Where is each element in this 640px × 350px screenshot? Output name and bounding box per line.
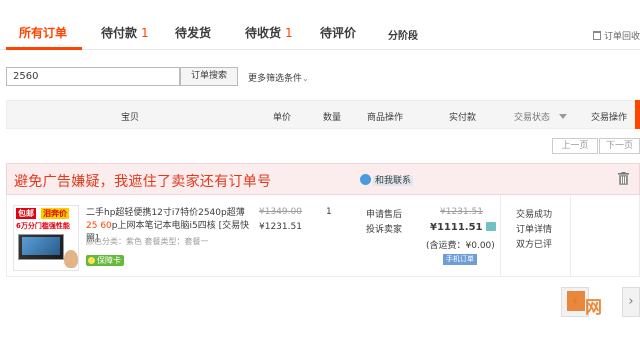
- shipping-fee: (含运费：¥0.00): [426, 241, 495, 251]
- paid-amount: ¥1111.51: [430, 222, 496, 233]
- order-recycle-label: 订单回收: [603, 32, 640, 42]
- unit-price: ¥1231.51: [259, 222, 302, 232]
- phone-icon: [485, 222, 496, 231]
- scroll-next-button[interactable]: ›: [622, 287, 640, 317]
- caret-down-icon: [559, 114, 568, 119]
- apply-after-sale-link[interactable]: 申请售后: [366, 207, 402, 220]
- tab-pending-receipt[interactable]: 待收货 1: [245, 24, 293, 41]
- header-paid: 实付款: [449, 113, 477, 123]
- thumb-badge-price: 泪奔价: [41, 208, 69, 219]
- laptop-screen-image: [22, 237, 60, 255]
- tab-all-orders[interactable]: 所有订单: [19, 24, 67, 41]
- paid-original-price: ¥1231.51: [440, 207, 483, 217]
- review-status: 双方已评: [516, 240, 553, 250]
- header-status: 交易状态: [514, 113, 551, 123]
- header-item: 宝贝: [121, 113, 140, 123]
- chevron-right-icon: ›: [628, 294, 634, 309]
- side-accent-bar: [635, 100, 640, 129]
- more-filters-toggle[interactable]: 更多筛选条件⌄: [248, 71, 309, 84]
- header-item-ops: 商品操作: [367, 113, 404, 123]
- tab-pending-shipment[interactable]: 待发货: [175, 24, 211, 41]
- order-tabs: 所有订单 待付款 1 待发货 待收货 1 待评价 分阶段 订单回收: [0, 0, 640, 50]
- header-qty: 数量: [323, 113, 342, 123]
- next-page-button[interactable]: 下一页: [599, 138, 640, 154]
- paid-amount-value: ¥1111.51: [430, 222, 483, 233]
- tab-label: 分阶段: [388, 31, 418, 42]
- thumb-badge-free-shipping: 包邮: [16, 208, 36, 219]
- tab-label: 待评价: [320, 26, 357, 40]
- header-status-filter[interactable]: 交易状态: [514, 110, 568, 123]
- trade-status: 交易成功: [516, 210, 553, 220]
- active-tab-indicator: [6, 47, 82, 50]
- header-ops: 交易操作: [591, 113, 628, 123]
- delete-icon[interactable]: [618, 172, 629, 185]
- contact-label: 和我联系: [373, 176, 414, 186]
- thumb-caption: 6万分门槛强性能: [16, 222, 70, 230]
- person-image: [64, 250, 78, 268]
- column-divider: [500, 195, 501, 277]
- complain-seller-link[interactable]: 投诉卖家: [366, 222, 402, 235]
- chevron-down-icon: ⌄: [302, 74, 309, 83]
- tab-label: 待付款: [101, 26, 138, 40]
- prev-page-button[interactable]: 上一页: [552, 138, 598, 154]
- product-thumbnail[interactable]: 包邮 泪奔价 6万分门槛强性能: [13, 205, 79, 271]
- tab-count: 1: [141, 26, 149, 40]
- original-price: ¥1349.00: [259, 207, 302, 217]
- tab-label: 所有订单: [19, 26, 68, 40]
- watermark-logo-block: [567, 291, 585, 311]
- tab-pending-payment[interactable]: 待付款 1: [101, 24, 149, 41]
- order-search-button[interactable]: 订单搜索: [180, 67, 238, 86]
- order-detail-link[interactable]: 订单详情: [516, 222, 552, 235]
- chat-icon: [360, 174, 371, 185]
- more-filters-label: 更多筛选条件: [248, 74, 303, 84]
- order-search-input[interactable]: [6, 67, 180, 86]
- order-header: 避免广告嫌疑，我遮住了卖家还有订单号 和我联系: [6, 163, 640, 195]
- quantity: 1: [326, 207, 332, 217]
- title-text: 二手hp超轻便携12寸i7特价2540p超薄: [86, 208, 245, 218]
- order-notice: 避免广告嫌疑，我遮住了卖家还有订单号: [14, 174, 272, 190]
- tab-pending-review[interactable]: 待评价: [320, 24, 356, 41]
- product-sku-meta: 颜色分类：紫色 套餐类型：套餐一: [86, 237, 209, 246]
- tab-label: 待收货: [245, 26, 282, 40]
- shield-icon: [88, 257, 95, 264]
- title-highlight: 25 60: [86, 221, 112, 231]
- guarantee-card-badge[interactable]: 保障卡: [86, 255, 124, 266]
- tab-label: 待发货: [175, 26, 212, 40]
- watermark-logo: 网: [585, 298, 602, 318]
- trash-icon: [592, 31, 601, 40]
- header-price: 单价: [273, 113, 292, 123]
- tab-count: 1: [285, 26, 293, 40]
- column-divider: [570, 195, 571, 277]
- guarantee-label: 保障卡: [97, 256, 121, 265]
- contact-seller-button[interactable]: 和我联系: [360, 173, 414, 186]
- order-recycle-link[interactable]: 订单回收: [592, 29, 640, 42]
- mobile-order-badge: 手机订单: [443, 254, 477, 265]
- order-table-header: 宝贝 单价 数量 商品操作 实付款 交易状态 交易操作: [6, 100, 640, 129]
- tab-stages[interactable]: 分阶段: [388, 27, 418, 42]
